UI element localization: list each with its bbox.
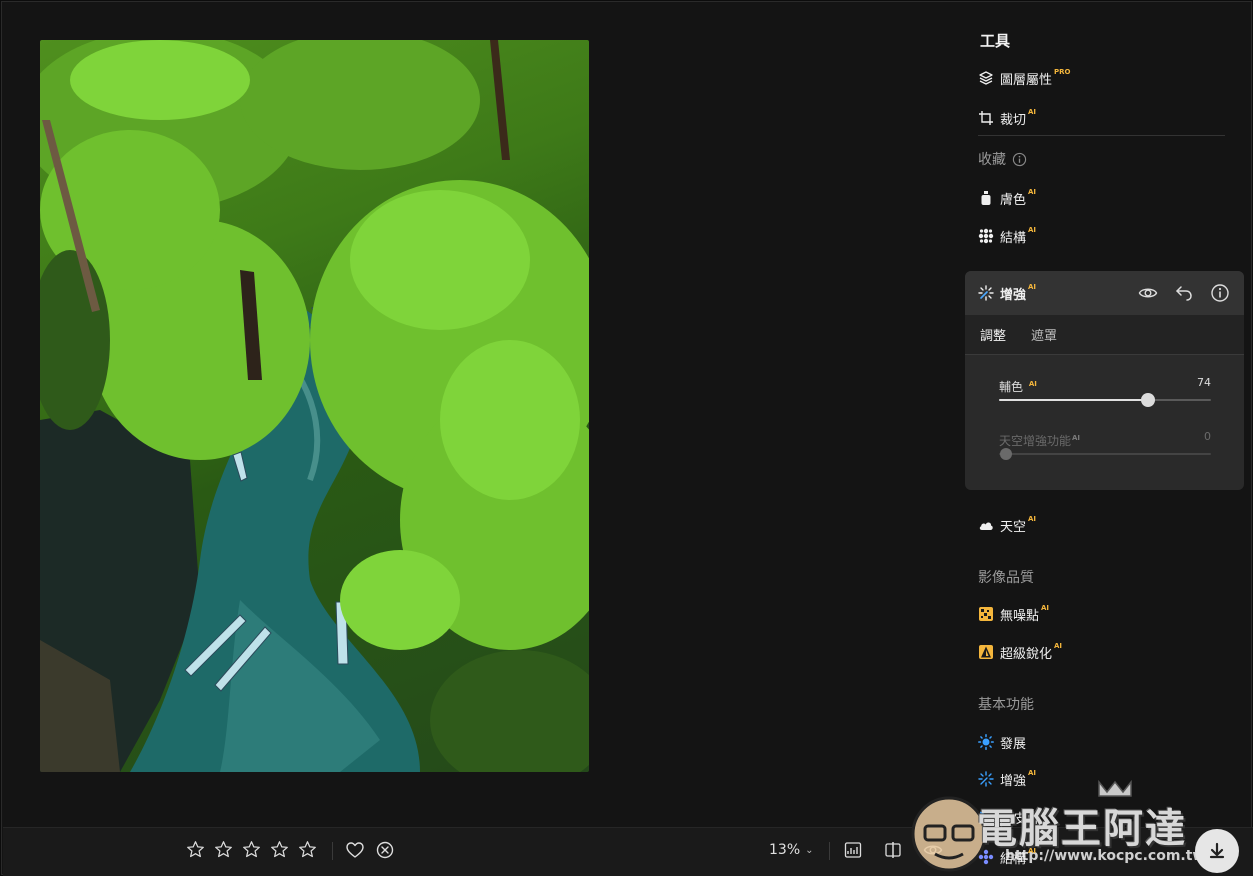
reject-icon[interactable] bbox=[375, 840, 395, 860]
slider-sky-track[interactable] bbox=[999, 448, 1211, 460]
ai-badge: AI bbox=[1028, 515, 1037, 523]
slider-sky-value: 0 bbox=[1204, 430, 1211, 443]
tool-structure[interactable]: 結構 AI bbox=[978, 225, 1036, 247]
ai-badge: AI bbox=[1028, 380, 1037, 388]
slider-accent-thumb[interactable] bbox=[1141, 393, 1156, 407]
enhance-tabs: 調整 遮罩 bbox=[965, 315, 1244, 355]
tool-structure-basic[interactable]: 結構 AI bbox=[978, 846, 1036, 868]
tools-panel: 工具 圖層屬性 PRO 裁切 AI 收藏 膚色 AI 結構 AI 增強 AI 調… bbox=[964, 22, 1246, 827]
tool-skin-label: 膚色 bbox=[1000, 192, 1027, 208]
ai-badge: AI bbox=[1028, 226, 1037, 234]
enhance-card-title-label: 增強 bbox=[1000, 287, 1027, 303]
info-icon[interactable] bbox=[1210, 283, 1230, 303]
slider-sky-thumb[interactable] bbox=[1000, 448, 1012, 460]
tool-landscape-label: 換皮膚 bbox=[1000, 811, 1040, 827]
ai-badge: AI bbox=[1041, 604, 1050, 612]
cloud-icon bbox=[978, 517, 994, 533]
star-icon[interactable] bbox=[298, 840, 317, 859]
sparkle-icon bbox=[978, 285, 994, 301]
tool-landscape[interactable]: 換皮膚 bbox=[978, 806, 1039, 828]
enhance-card-header[interactable]: 增強 AI bbox=[965, 271, 1244, 315]
tool-structure-label: 結構 bbox=[1000, 230, 1027, 246]
star-icon[interactable] bbox=[186, 840, 205, 859]
slider-accent-label: 輔色 AI bbox=[999, 378, 1037, 395]
tab-mask[interactable]: 遮罩 bbox=[1031, 325, 1057, 344]
zoom-value: 13% bbox=[769, 842, 801, 858]
undo-icon[interactable] bbox=[1174, 283, 1194, 303]
favorites-section: 收藏 bbox=[978, 149, 1027, 169]
photo-canvas[interactable] bbox=[40, 40, 589, 772]
star-icon[interactable] bbox=[214, 840, 233, 859]
tool-skin[interactable]: 膚色 AI bbox=[978, 187, 1036, 209]
download-button[interactable] bbox=[1195, 829, 1239, 873]
eye-icon[interactable] bbox=[1138, 283, 1158, 303]
tool-sharpen-label: 超級銳化 bbox=[1000, 646, 1053, 662]
tool-enhance-basic[interactable]: 增強 AI bbox=[978, 768, 1036, 790]
tool-structure-basic-label: 結構 bbox=[1000, 851, 1027, 867]
enhance-card-title: 增強 AI bbox=[978, 282, 1036, 304]
quality-section: 影像品質 bbox=[978, 570, 1034, 586]
histogram-icon[interactable] bbox=[843, 840, 863, 860]
slider-sky-label: 天空增強功能AI bbox=[999, 432, 1080, 449]
ai-badge: AI bbox=[1072, 434, 1081, 442]
chevron-down-icon: ⌄ bbox=[805, 844, 814, 856]
tool-develop-label: 發展 bbox=[1000, 736, 1027, 752]
layers-icon bbox=[978, 70, 994, 86]
heart-icon[interactable] bbox=[345, 840, 365, 860]
ai-badge: AI bbox=[1028, 283, 1037, 291]
tool-layers-label: 圖層屬性 bbox=[1000, 72, 1053, 88]
pro-badge: PRO bbox=[1054, 68, 1071, 76]
tool-layers[interactable]: 圖層屬性 PRO bbox=[978, 67, 1071, 89]
tool-enhance-basic-label: 增強 bbox=[1000, 773, 1027, 789]
favorites-section-label: 收藏 bbox=[978, 152, 1006, 168]
tool-denoise-label: 無噪點 bbox=[1000, 608, 1040, 624]
tool-crop[interactable]: 裁切 AI bbox=[978, 107, 1036, 129]
slider-accent-fill bbox=[999, 399, 1149, 401]
slider-accent-track[interactable] bbox=[999, 393, 1211, 407]
tool-sky[interactable]: 天空 AI bbox=[978, 514, 1036, 536]
rating-stars bbox=[186, 840, 317, 859]
slider-accent-label-text: 輔色 bbox=[999, 380, 1024, 394]
tool-develop[interactable]: 發展 bbox=[978, 731, 1026, 753]
photo-image bbox=[40, 40, 589, 772]
bottom-toolbar: 13% ⌄ bbox=[3, 827, 1253, 876]
basic-section: 基本功能 bbox=[978, 697, 1034, 713]
panel-title: 工具 bbox=[980, 32, 1011, 50]
toolbar-divider bbox=[332, 842, 333, 860]
structure-icon bbox=[978, 849, 994, 865]
bottle-icon bbox=[978, 190, 994, 206]
app-window: 工具 圖層屬性 PRO 裁切 AI 收藏 膚色 AI 結構 AI 增強 AI 調… bbox=[1, 1, 1253, 876]
sun-icon bbox=[978, 734, 994, 750]
eye-icon[interactable] bbox=[923, 840, 943, 860]
ai-badge: AI bbox=[1028, 847, 1037, 855]
sparkle-icon bbox=[978, 771, 994, 787]
crop-icon bbox=[978, 110, 994, 126]
enhance-card: 增強 AI 調整 遮罩 輔色 AI 74 天空增強功能AI 0 bbox=[965, 271, 1244, 490]
zoom-dropdown[interactable]: 13% ⌄ bbox=[769, 842, 814, 858]
denoise-icon bbox=[978, 606, 994, 622]
slider-sky-label-text: 天空增強功能 bbox=[999, 434, 1072, 448]
compare-icon[interactable] bbox=[883, 840, 903, 860]
toolbar-divider bbox=[829, 842, 830, 860]
info-icon[interactable] bbox=[1012, 152, 1027, 167]
ai-badge: AI bbox=[1054, 642, 1063, 650]
tool-crop-label: 裁切 bbox=[1000, 112, 1027, 128]
star-icon[interactable] bbox=[270, 840, 289, 859]
divider bbox=[978, 135, 1225, 136]
tool-sky-label: 天空 bbox=[1000, 519, 1027, 535]
slider-accent-value: 74 bbox=[1197, 376, 1211, 389]
download-icon bbox=[1209, 842, 1225, 859]
tool-super-sharpen[interactable]: 超級銳化 AI bbox=[978, 641, 1062, 663]
structure-icon bbox=[978, 228, 994, 244]
landscape-icon bbox=[978, 809, 994, 825]
ai-badge: AI bbox=[1028, 188, 1037, 196]
tool-denoise[interactable]: 無噪點 AI bbox=[978, 603, 1049, 625]
sharpen-icon bbox=[978, 644, 994, 660]
tab-adjust[interactable]: 調整 bbox=[980, 325, 1006, 344]
ai-badge: AI bbox=[1028, 108, 1037, 116]
star-icon[interactable] bbox=[242, 840, 261, 859]
ai-badge: AI bbox=[1028, 769, 1037, 777]
